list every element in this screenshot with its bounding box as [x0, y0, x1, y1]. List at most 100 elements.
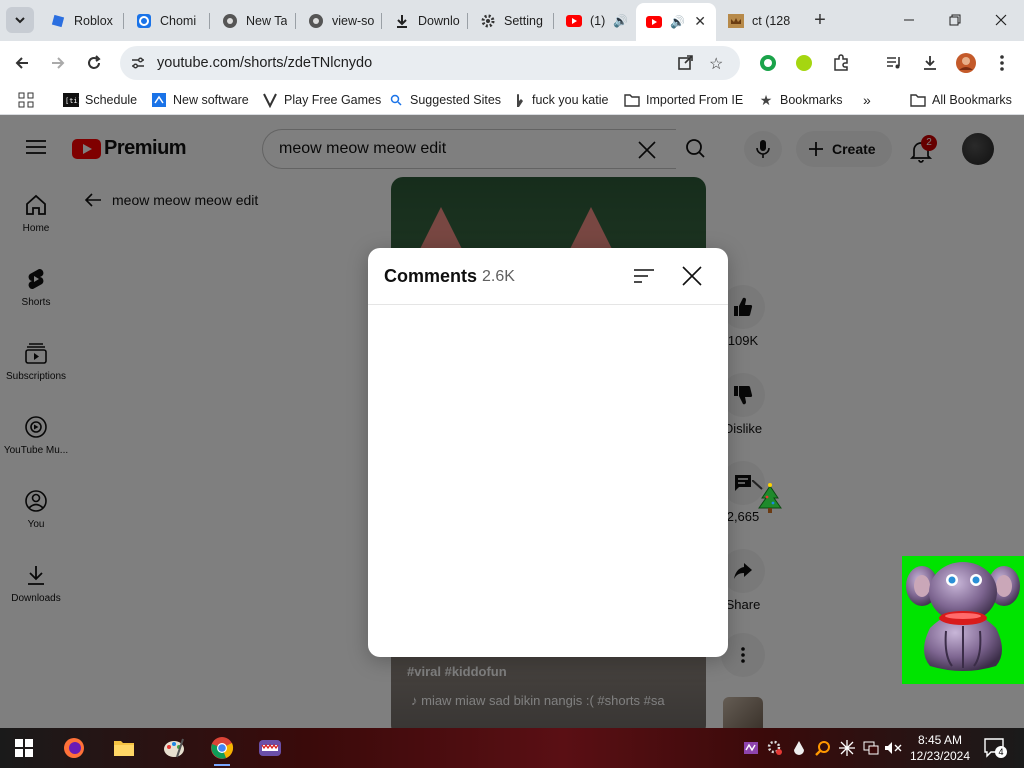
schedule-icon: [ti]	[63, 92, 79, 108]
forward-arrow-icon[interactable]	[46, 51, 70, 75]
restore-button[interactable]	[932, 6, 978, 34]
bookmark-star-icon[interactable]: ☆	[709, 54, 723, 74]
minimize-button[interactable]	[886, 6, 932, 34]
tab-strip: Roblox Chomi New Ta view-so Downlo Setti…	[0, 0, 1024, 41]
tab-title: view-so	[332, 13, 375, 28]
tab-youtube-active[interactable]: 🔊 ✕	[636, 3, 716, 41]
tab-new-tab[interactable]: New Ta	[212, 4, 296, 37]
folder-icon	[114, 741, 134, 756]
extension-green-icon[interactable]	[756, 51, 780, 75]
chrome-icon	[308, 13, 324, 29]
star-icon: ★	[759, 91, 773, 108]
tab-title: Setting	[504, 13, 543, 28]
paint-taskbar-button[interactable]	[160, 734, 188, 762]
tray-drop-icon[interactable]	[790, 739, 808, 757]
software-icon	[151, 92, 167, 108]
close-window-button[interactable]	[978, 6, 1024, 34]
bookmarks-bar: [ti] Schedule New software Play Free Gam…	[0, 85, 1024, 115]
close-comments-button[interactable]	[680, 264, 704, 288]
roblox-icon	[50, 13, 66, 29]
tray-sparkle-icon[interactable]	[838, 739, 856, 757]
file-explorer-taskbar-button[interactable]	[110, 734, 138, 762]
speaker-icon[interactable]: 🔊	[613, 14, 628, 28]
bookmark-new-software[interactable]: New software	[151, 91, 249, 109]
bookmark-label: New software	[173, 93, 249, 107]
chrome-icon	[222, 13, 238, 29]
comments-header: Comments 2.6K	[368, 248, 728, 305]
sort-comments-button[interactable]	[632, 264, 656, 288]
games-icon	[262, 92, 278, 108]
bookmark-all-bookmarks[interactable]: All Bookmarks	[910, 91, 1012, 109]
downloads-icon[interactable]	[918, 51, 942, 75]
bookmark-bookmarks[interactable]: ★ Bookmarks	[758, 91, 843, 109]
crown-icon	[728, 13, 744, 29]
chrome-taskbar-button[interactable]	[208, 734, 236, 766]
bookmark-label: All Bookmarks	[932, 93, 1012, 107]
browser-menu-icon[interactable]	[990, 51, 1014, 75]
action-center-button[interactable]: 4	[984, 738, 1007, 758]
comments-panel: Comments 2.6K	[368, 248, 728, 657]
firefox-icon	[64, 738, 84, 758]
comments-list[interactable]	[368, 306, 728, 657]
address-bar[interactable]: youtube.com/shorts/zdeTNlcnydo ☆	[120, 46, 740, 80]
tab-roblox[interactable]: Roblox	[40, 4, 124, 37]
tray-search-icon[interactable]	[814, 739, 832, 757]
profile-avatar-icon[interactable]	[954, 51, 978, 75]
new-tab-button[interactable]: +	[808, 8, 832, 32]
volume-muted-icon[interactable]	[884, 739, 902, 757]
close-icon	[682, 266, 702, 286]
bookmark-label: Play Free Games	[284, 93, 382, 107]
bookmark-label: Schedule	[85, 93, 138, 107]
close-tab-icon[interactable]: ✕	[694, 13, 706, 30]
tab-youtube-1[interactable]: (1) 🔊	[556, 4, 634, 37]
app-taskbar-button[interactable]	[256, 734, 284, 762]
media-control-icon[interactable]	[882, 51, 906, 75]
bookmark-label: Imported From IE	[646, 93, 744, 107]
gear-icon	[480, 13, 496, 29]
christmas-tree-cursor-icon	[752, 480, 782, 513]
network-icon[interactable]	[862, 739, 880, 757]
tray-settings-icon[interactable]	[766, 739, 784, 757]
tab-search-button[interactable]	[6, 7, 34, 33]
bookmark-schedule[interactable]: [ti] Schedule	[63, 91, 137, 109]
system-clock[interactable]: 8:45 AM 12/23/2024	[904, 732, 976, 764]
start-button[interactable]	[10, 734, 38, 762]
comments-title: Comments	[384, 266, 478, 286]
notification-center-count: 4	[995, 746, 1007, 758]
tab-view-source[interactable]: view-so	[298, 4, 382, 37]
tab-chomi[interactable]: Chomi	[126, 4, 210, 37]
bookmark-label: Bookmarks	[780, 93, 843, 107]
speaker-icon[interactable]: 🔊	[670, 15, 685, 29]
bookmark-label: fuck you katie	[532, 93, 609, 107]
tab-downloads[interactable]: Downlo	[384, 4, 468, 37]
bookmark-suggested-sites[interactable]: Suggested Sites	[388, 91, 501, 109]
back-arrow-icon[interactable]	[10, 51, 34, 75]
bookmark-play-free-games[interactable]: Play Free Games	[262, 91, 381, 109]
reload-icon[interactable]	[82, 51, 106, 75]
tab-title: Roblox	[74, 13, 113, 28]
url-text: youtube.com/shorts/zdeTNlcnydo	[157, 55, 373, 71]
bookmark-fuck-you-katie[interactable]: fuck you katie	[510, 91, 608, 109]
svg-text:[ti]: [ti]	[65, 97, 79, 105]
bookmark-imported-from-ie[interactable]: Imported From IE	[624, 91, 743, 109]
tab-title: Downlo	[418, 13, 460, 28]
site-info-icon[interactable]	[130, 55, 146, 74]
apps-grid-icon[interactable]	[18, 91, 34, 109]
extensions-puzzle-icon[interactable]	[829, 51, 853, 75]
firefox-taskbar-button[interactable]	[60, 734, 88, 762]
tab-title: Chomi	[160, 13, 197, 28]
hand-icon	[510, 92, 526, 108]
tab-ct[interactable]: ct (128	[718, 4, 802, 37]
tab-settings[interactable]: Setting	[470, 4, 554, 37]
more-bookmarks-chevron-icon[interactable]: »	[863, 91, 871, 109]
browser-toolbar: youtube.com/shorts/zdeTNlcnydo ☆	[0, 41, 1024, 85]
tab-title: ct (128	[752, 13, 791, 28]
chrome-icon	[211, 737, 234, 759]
open-in-app-icon[interactable]	[677, 55, 693, 74]
tab-title: New Ta	[246, 13, 288, 28]
extension-ball-icon[interactable]	[792, 51, 816, 75]
monster-app-icon	[259, 740, 281, 756]
chevron-down-icon	[15, 17, 25, 24]
tray-app-icon[interactable]	[742, 739, 760, 757]
clock-date: 12/23/2024	[909, 749, 971, 763]
